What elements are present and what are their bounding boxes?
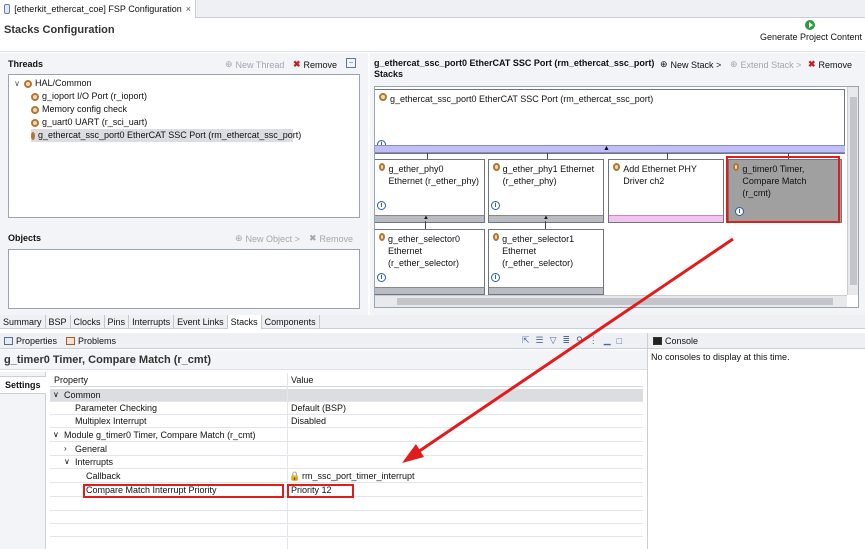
arrow-head	[402, 444, 424, 463]
annotation-arrow	[402, 237, 734, 463]
fsp-configuration-window: [etherkit_ethercat_coe] FSP Configuratio…	[0, 0, 865, 549]
arrow-shaft	[411, 237, 734, 458]
